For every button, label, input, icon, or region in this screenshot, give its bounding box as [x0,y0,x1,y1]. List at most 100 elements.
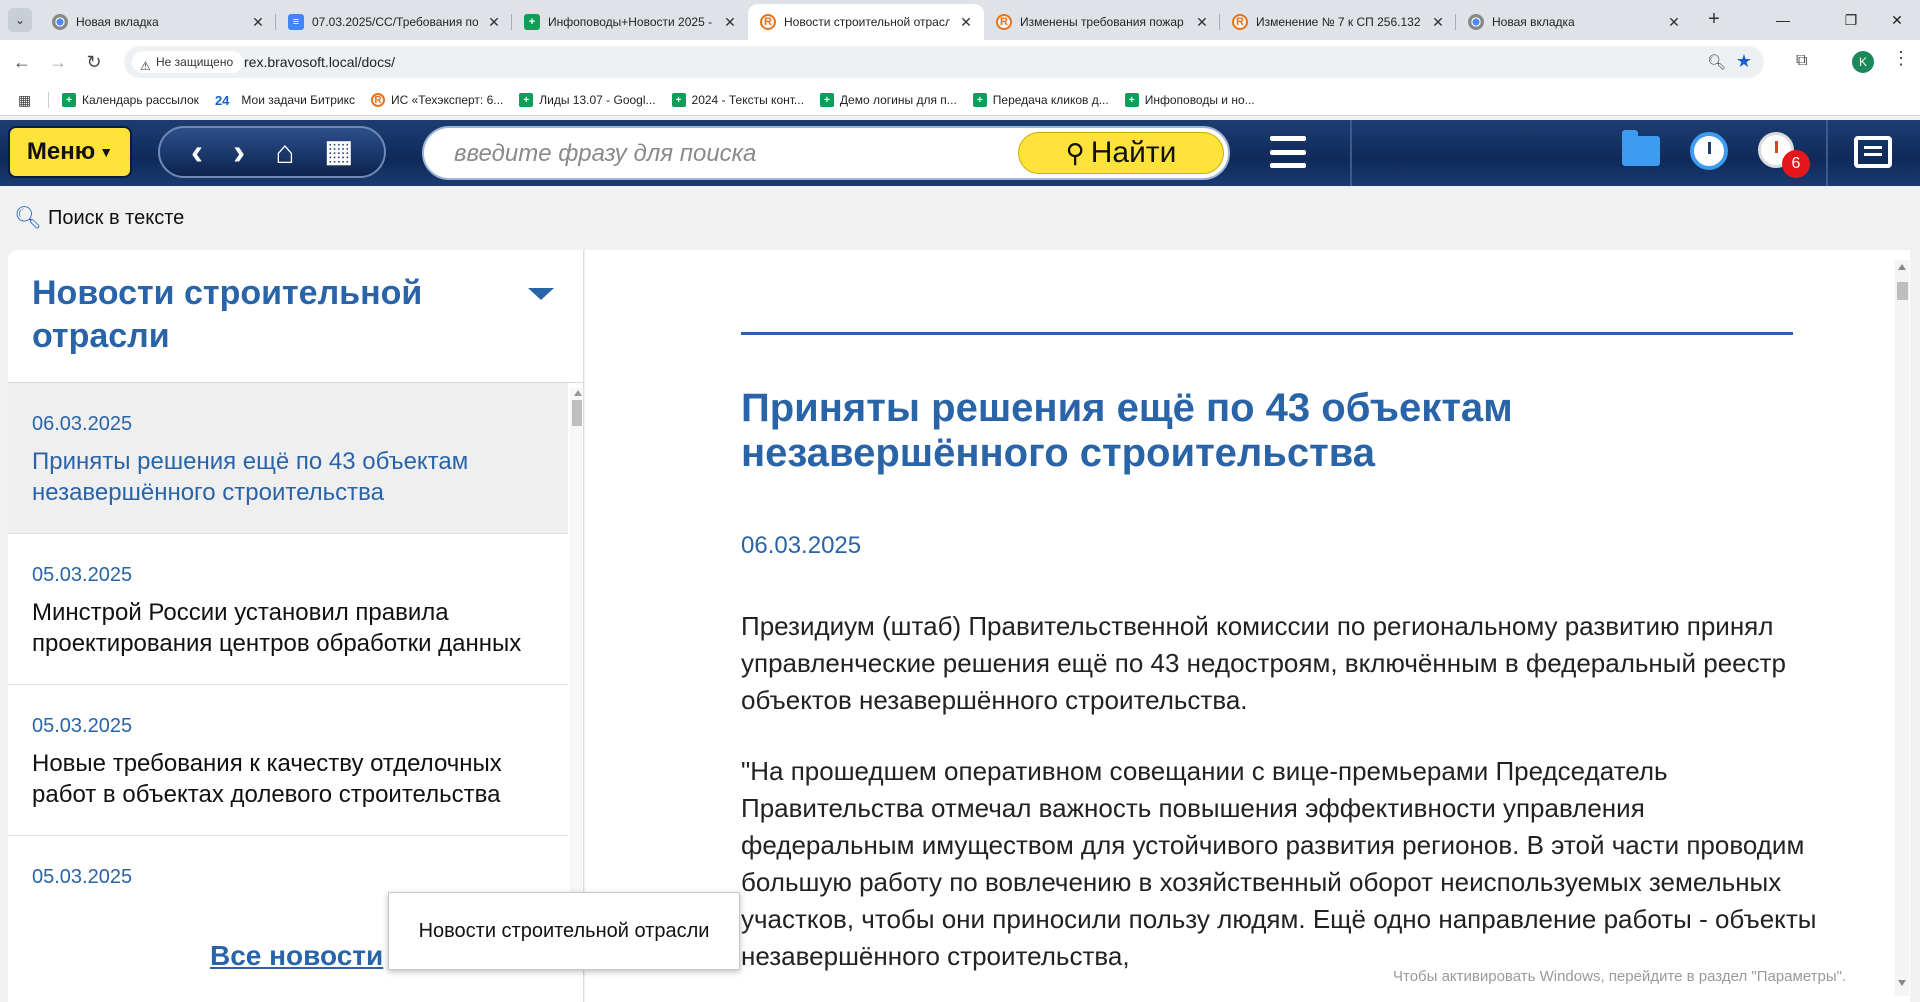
profile-avatar[interactable]: K [1852,51,1874,73]
new-tab-plus-icon[interactable]: + [1702,8,1726,32]
back-chevron-icon[interactable]: ‹ [191,134,203,170]
header-divider [1826,120,1828,186]
security-chip[interactable]: ⚠ Не защищено [132,51,244,73]
bookmark-item[interactable]: + Лиды 13.07 - Googl... [519,84,656,116]
chat-icon[interactable] [1854,136,1892,168]
sheets-icon: + [524,14,540,30]
restore-icon[interactable]: ❐ [1828,6,1874,34]
forward-chevron-icon[interactable]: › [233,134,245,170]
article-scroll-thumb[interactable] [1897,282,1908,300]
caret-down-icon: ▼ [99,144,114,160]
sheets-icon: + [1124,93,1139,107]
warning-icon: ⚠ [140,59,151,73]
news-date: 06.03.2025 [32,413,133,435]
url-text[interactable]: rex.bravosoft.local/docs/ [244,54,395,70]
browser-tab[interactable]: ≡ 07.03.2025/СС/Требования по ✕ [276,4,512,40]
reload-icon[interactable]: ↻ [80,48,108,76]
bookmark-item[interactable]: + Демо логины для п... [819,84,957,116]
tab-title: Новости строительной отрасл [784,15,950,29]
zoom-icon[interactable]: 🔍︎ [1707,53,1726,71]
close-icon[interactable]: ✕ [1430,14,1446,30]
close-icon[interactable]: ✕ [1666,14,1682,30]
back-arrow-icon[interactable]: ← [8,48,36,76]
window-close-icon[interactable]: ✕ [1874,6,1920,34]
news-sidebar: Новости строительной отрасли 06.03.2025 … [8,250,584,1002]
sidebar-scrollbar[interactable] [570,388,582,908]
extensions-puzzle-icon[interactable]: ⧉ [1796,52,1807,70]
chevron-down-icon[interactable] [528,288,554,300]
header-divider [1350,120,1352,186]
find-in-text-label: Поиск в тексте [48,206,185,229]
bookmark-star-icon[interactable]: ★ [1736,51,1752,72]
sheets-icon: + [819,93,834,107]
browser-tab-active[interactable]: R Новости строительной отрасл ✕ [748,4,984,40]
bookmark-item[interactable]: + Передача кликов д... [972,84,1109,116]
bookmarks-bar: ▦ + Календарь рассылок 24 Мои задачи Битри… [0,84,1920,116]
bookmark-label: Календарь рассылок [82,93,199,107]
browser-toolbar: ← → ↻ ⚠ Не защищено rex.bravosoft.local/… [0,40,1920,84]
hamburger-menu-icon[interactable] [1270,132,1306,172]
chrome-icon [52,14,68,30]
close-icon[interactable]: ✕ [250,14,266,30]
close-icon[interactable]: ✕ [722,14,738,30]
sheets-icon: + [671,93,686,107]
news-item[interactable]: 05.03.2025 Минстрой России установил пра… [8,534,568,685]
home-icon[interactable]: ⌂ [275,136,294,168]
magnifier-icon: 🔍︎ [14,205,42,230]
tab-title: Новая вкладка [1492,15,1575,29]
close-icon[interactable]: ✕ [1194,14,1210,30]
forward-arrow-icon[interactable]: → [44,48,72,76]
windows-activation-watermark: Чтобы активировать Windows, перейдите в … [1393,968,1847,985]
tab-search-button[interactable]: ⌄ [8,8,32,32]
history-clock-icon[interactable] [1690,132,1728,170]
close-icon[interactable]: ✕ [958,14,974,30]
bookmark-item[interactable]: + Инфоповоды и но... [1124,84,1255,116]
news-item-selected[interactable]: 06.03.2025 Приняты решения ещё по 43 объ… [8,383,568,534]
scroll-up-arrow-icon[interactable] [574,390,582,396]
timer-badge: 6 [1782,150,1810,178]
news-date: 05.03.2025 [32,866,133,888]
news-title: Минстрой России установил правила проект… [32,599,522,657]
find-in-text-button[interactable]: 🔍︎ Поиск в тексте [14,204,184,232]
tab-title: Изменены требования пожар [1020,15,1184,29]
browser-tab[interactable]: Новая вкладка ✕ [1456,4,1692,40]
browser-tab[interactable]: R Изменены требования пожар ✕ [984,4,1220,40]
minimize-icon[interactable]: — [1760,6,1806,34]
bookmark-item[interactable]: + Календарь рассылок [62,84,199,116]
tab-title: Инфоповоды+Новости 2025 - [548,15,713,29]
bookmarks-separator [48,92,49,108]
article-paragraph: "На прошедшем оперативном совещании с ви… [741,756,1817,971]
find-label: Найти [1090,136,1177,169]
bookmark-label: Лиды 13.07 - Googl... [539,93,656,107]
browser-tab[interactable]: + Инфоповоды+Новости 2025 - ✕ [512,4,748,40]
all-news-link[interactable]: Все новости [210,940,383,972]
bookmark-item[interactable]: 24 Мои задачи Битрикс [215,84,355,116]
apps-grid-icon[interactable]: ▦ [325,137,353,167]
address-bar[interactable]: ⚠ Не защищено rex.bravosoft.local/docs/ … [124,46,1764,78]
bitrix-icon: 24 [214,92,230,108]
bookmark-item[interactable]: +2024 - Тексты конт... [671,84,804,116]
bookmarks-list: + Календарь рассылок 24 Мои задачи Битрикс… [62,84,1271,116]
news-list: 06.03.2025 Приняты решения ещё по 43 объ… [8,383,568,903]
sidebar-scroll-thumb[interactable] [572,400,582,426]
find-button[interactable]: ⚲ Найти [1018,132,1224,174]
scroll-down-arrow-icon[interactable] [1898,980,1906,986]
news-item[interactable]: 05.03.2025 Новые требования к качеству о… [8,685,568,836]
scroll-up-arrow-icon[interactable] [1898,264,1906,270]
news-title: Приняты решения ещё по 43 объектам незав… [32,448,469,506]
folder-icon[interactable] [1622,130,1660,166]
bookmark-item[interactable]: R ИС «Техэксперт: 6... [370,84,503,116]
bookmark-label: 2024 - Тексты конт... [691,93,804,107]
browser-tab[interactable]: Новая вкладка ✕ [40,4,276,40]
article-scrollbar[interactable] [1895,260,1909,996]
browser-tab[interactable]: R Изменение № 7 к СП 256.132 ✕ [1220,4,1456,40]
search-input[interactable] [454,140,974,168]
menu-button[interactable]: Меню ▼ [8,126,132,178]
bookmark-label: Инфоповоды и но... [1144,93,1255,107]
browser-menu-kebab-icon[interactable]: ⋮ [1892,48,1910,69]
close-icon[interactable]: ✕ [486,14,502,30]
security-label: Не защищено [156,55,234,69]
apps-grid-icon[interactable]: ▦ [18,92,31,109]
sub-toolbar: 🔍︎ Поиск в тексте [0,186,1920,248]
chrome-icon [1468,14,1484,30]
